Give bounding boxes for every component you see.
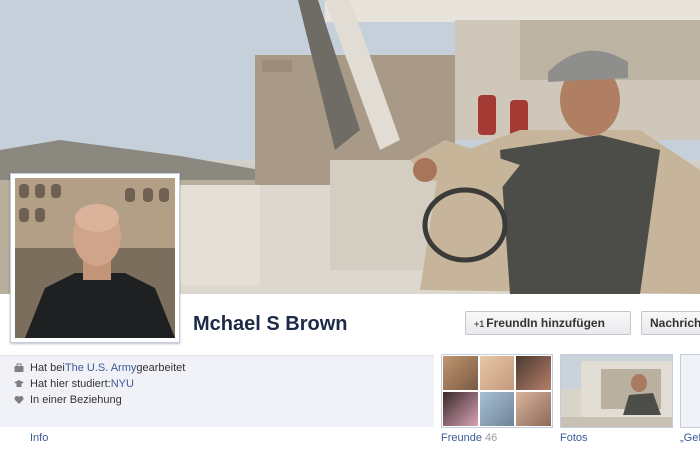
friend-photo	[442, 355, 479, 391]
study-prefix: Hat hier studiert:	[30, 378, 111, 390]
tab-photos[interactable]: Fotos	[560, 432, 588, 444]
info-work: Hat bei The U.S. Army gearbeitet	[14, 361, 185, 375]
friend-photo	[515, 391, 552, 427]
friend-photo	[515, 355, 552, 391]
friend-photo	[442, 391, 479, 427]
tab-friends[interactable]: Freunde 46	[441, 432, 497, 444]
friends-count: 46	[485, 432, 498, 444]
friend-photo	[478, 355, 516, 391]
add-friend-label: FreundIn hinzufügen	[486, 316, 605, 330]
message-label: Nachricht	[650, 316, 700, 330]
message-button[interactable]: Nachricht	[641, 311, 700, 335]
briefcase-icon	[14, 363, 24, 372]
study-link[interactable]: NYU	[111, 378, 134, 390]
add-friend-icon: +1	[474, 319, 485, 329]
work-link[interactable]: The U.S. Army	[65, 362, 137, 374]
tab-info[interactable]: Info	[30, 432, 48, 444]
friend-photo	[478, 391, 516, 427]
heart-icon	[14, 396, 24, 404]
info-relationship: In einer Beziehung	[14, 393, 122, 407]
friends-label: Freunde	[441, 432, 482, 444]
photos-thumbnail-image	[561, 355, 672, 427]
profile-picture[interactable]	[10, 173, 180, 343]
work-prefix: Hat bei	[30, 362, 65, 374]
profile-picture-image	[15, 178, 175, 338]
next-thumbnail[interactable]	[680, 354, 700, 428]
add-friend-button[interactable]: +1 FreundIn hinzufügen	[465, 311, 631, 335]
info-study: Hat hier studiert: NYU	[14, 377, 134, 391]
profile-name: Mchael S Brown	[193, 313, 348, 335]
photos-thumbnail[interactable]	[560, 354, 673, 428]
friends-thumbnail[interactable]	[441, 354, 553, 428]
work-suffix: gearbeitet	[136, 362, 186, 374]
tab-next[interactable]: „Gef	[680, 432, 700, 444]
graduation-cap-icon	[14, 380, 24, 387]
relationship-text: In einer Beziehung	[30, 394, 122, 406]
